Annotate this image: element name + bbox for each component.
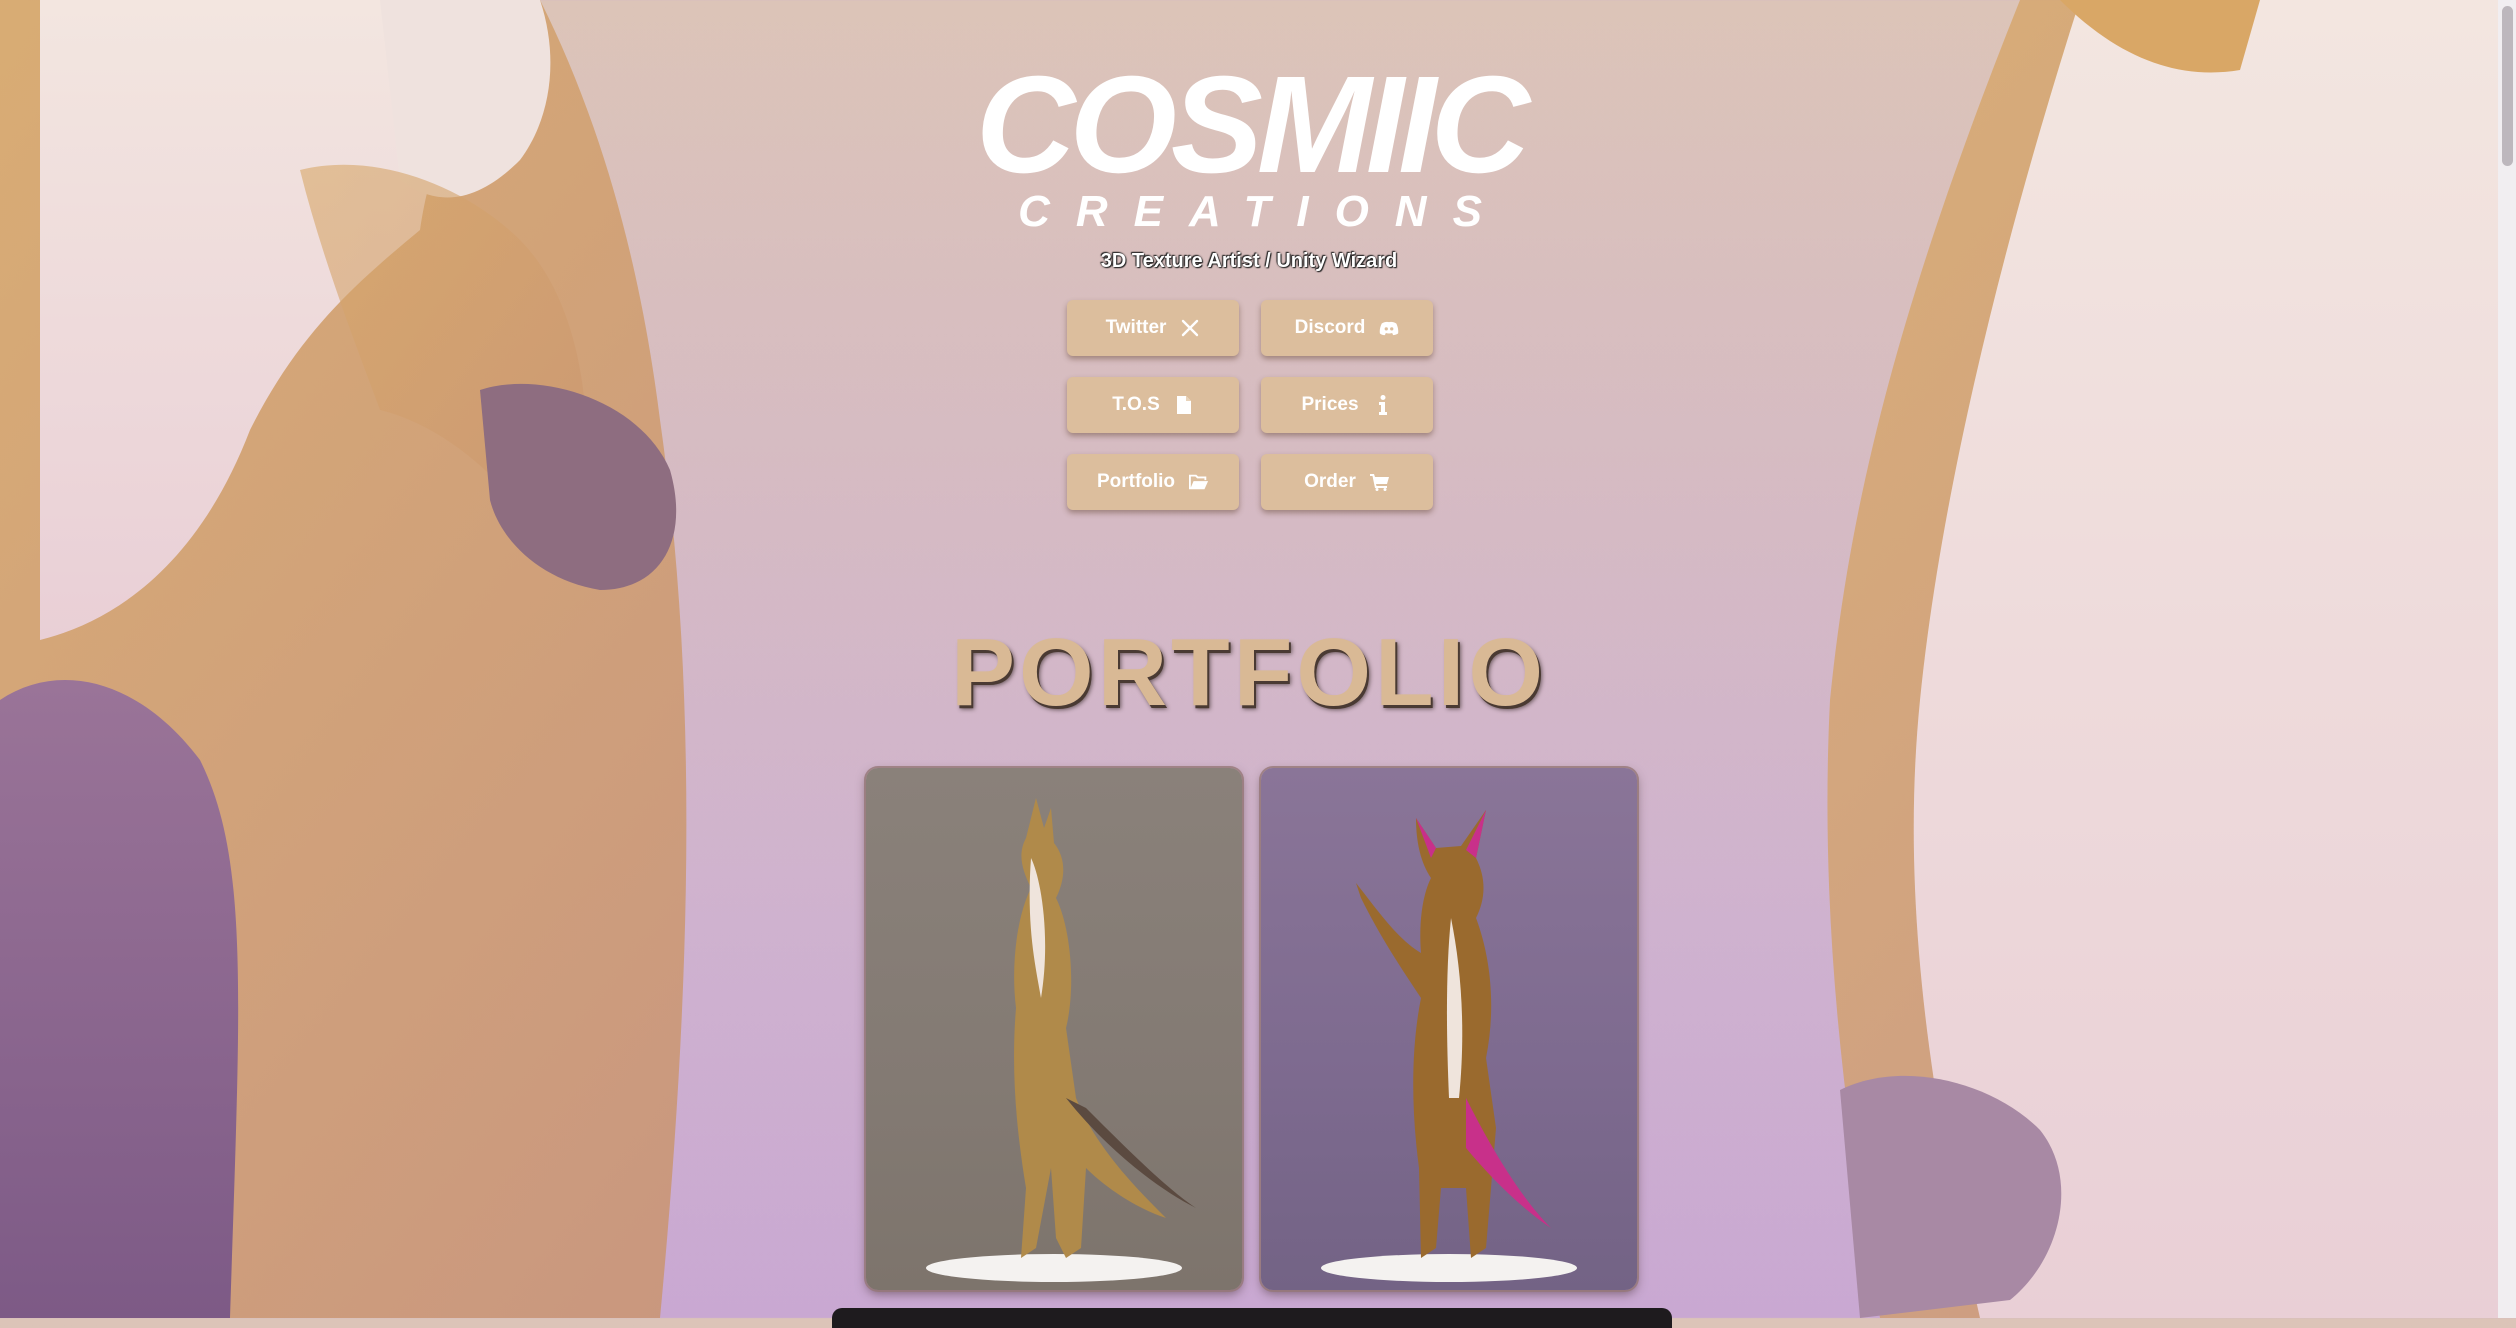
logo-text-creations: CREATIONS [1018,187,1508,235]
discord-icon [1379,318,1399,338]
scrollbar-thumb[interactable] [2502,6,2513,166]
file-icon [1174,395,1194,415]
prices-button-label: Prices [1301,394,1359,415]
portfolio-item[interactable] [1261,768,1637,1290]
portfolio-button-label: Portfolio [1096,471,1176,492]
info-icon [1373,395,1393,415]
page-content: COSMIIC CREATIONS 3D Texture Artist / Un… [0,0,2498,1328]
x-icon [1180,318,1200,338]
folder-open-icon [1189,472,1209,492]
vertical-scrollbar[interactable] [2498,0,2516,1318]
portfolio-heading: PORTFOLIO [951,619,1547,726]
prices-button[interactable]: Prices [1261,377,1433,433]
cart-icon [1369,472,1390,492]
site-logo: COSMIIC CREATIONS [945,48,1555,236]
discord-button-label: Discord [1294,317,1366,338]
order-button-label: Order [1304,471,1356,492]
discord-button[interactable]: Discord [1261,300,1433,356]
character-render-image [1321,810,1577,1282]
logo-text-cosmiic: COSMIIC [976,60,1533,202]
site-subtitle: 3D Texture Artist / Unity Wizard [1100,250,1398,272]
tos-button[interactable]: T.O.S [1067,377,1239,433]
tos-button-label: T.O.S [1112,394,1160,415]
twitter-button-label: Twitter [1105,317,1167,338]
character-render-image [926,798,1196,1282]
footer-bar [832,1308,1672,1328]
portfolio-item[interactable] [866,768,1242,1290]
twitter-button[interactable]: Twitter [1067,300,1239,356]
order-button[interactable]: Order [1261,454,1433,510]
portfolio-button[interactable]: Portfolio [1067,454,1239,510]
